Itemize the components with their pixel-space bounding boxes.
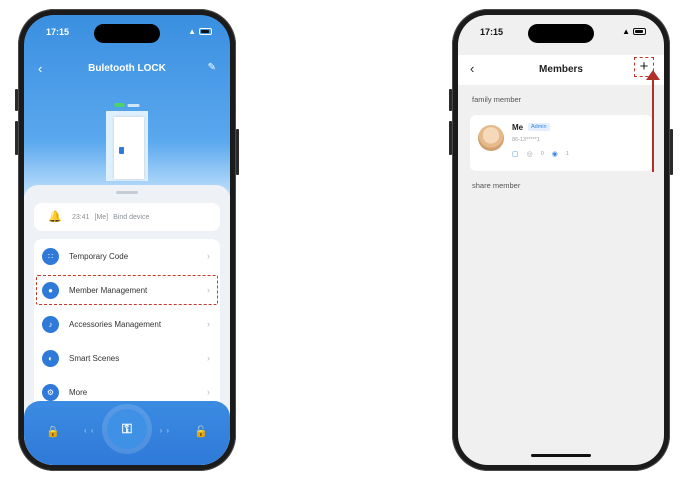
section-label-share: share member bbox=[472, 181, 521, 190]
avatar bbox=[478, 125, 504, 151]
unlock-key-button[interactable]: ⚿ bbox=[107, 409, 147, 449]
door-illustration bbox=[106, 111, 148, 181]
chevrons-left-icon: ‹ ‹ bbox=[84, 426, 95, 435]
edit-icon[interactable]: ✎ bbox=[208, 62, 216, 73]
fingerprint-icon: ◎ bbox=[526, 151, 533, 158]
battery-icon bbox=[633, 28, 646, 35]
annotation-arrow bbox=[652, 80, 654, 172]
member-card[interactable]: Me Admin 86-13*****1 ▢ ◎ 0 ◉ 1 bbox=[470, 115, 652, 171]
menu-item-smart-scenes[interactable]: ◐ Smart Scenes › bbox=[34, 341, 220, 375]
door-icon bbox=[114, 117, 144, 179]
accessory-icon: ♪ bbox=[42, 315, 59, 333]
menu-label: Temporary Code bbox=[69, 251, 129, 261]
menu-label: More bbox=[69, 387, 88, 397]
person-icon: ● bbox=[42, 281, 59, 299]
fingerprint-count: 0 bbox=[540, 151, 544, 157]
chevron-right-icon: › bbox=[207, 251, 210, 261]
member-stats: ▢ ◎ 0 ◉ 1 bbox=[512, 150, 569, 158]
wifi-icon: ▲ bbox=[622, 27, 630, 36]
status-time: 17:15 bbox=[46, 27, 70, 37]
chevron-right-icon: › bbox=[207, 319, 210, 329]
status-icons: ▲ bbox=[188, 27, 212, 36]
phone-members-screen: 17:15 ▲ ‹ Members + family member Me Adm… bbox=[449, 9, 673, 471]
wifi-icon: ▲ bbox=[188, 27, 196, 36]
lock-header: ‹ Buletooth LOCK ✎ bbox=[24, 59, 230, 77]
menu-item-accessories-management[interactable]: ♪ Accessories Management › bbox=[34, 307, 220, 341]
more-icon: ⚙ bbox=[42, 383, 59, 401]
record-action: Bind device bbox=[113, 213, 150, 221]
record-time: 23:41 bbox=[72, 213, 90, 221]
keypad-icon: ∷ bbox=[42, 247, 59, 265]
admin-badge: Admin bbox=[528, 123, 550, 131]
member-name: Me bbox=[512, 123, 524, 132]
lock-screen: 17:15 ▲ ‹ Buletooth LOCK ✎ 🔔 23:41 [Me] … bbox=[24, 15, 230, 465]
nav-bar: ‹ Members + bbox=[458, 55, 664, 85]
page-title: Buletooth LOCK bbox=[88, 63, 166, 74]
menu-item-temporary-code[interactable]: ∷ Temporary Code › bbox=[34, 239, 220, 273]
menu-label: Accessories Management bbox=[69, 319, 162, 329]
chevron-right-icon: › bbox=[207, 387, 210, 397]
unlock-icon[interactable]: 🔓 bbox=[194, 425, 208, 438]
phone-lock-screen: 17:15 ▲ ‹ Buletooth LOCK ✎ 🔔 23:41 [Me] … bbox=[15, 9, 239, 471]
menu-list: ∷ Temporary Code › ● Member Management ›… bbox=[34, 239, 220, 409]
password-count: 1 bbox=[565, 151, 569, 157]
members-screen: 17:15 ▲ ‹ Members + family member Me Adm… bbox=[458, 15, 664, 465]
chevron-right-icon: › bbox=[207, 285, 210, 295]
dynamic-island bbox=[528, 24, 594, 43]
door-handle-icon bbox=[119, 147, 124, 154]
toggle-icon: ◐ bbox=[42, 349, 59, 367]
unlock-control-bar: 🔒 ‹ ‹ ⚿ › › 🔓 bbox=[24, 401, 230, 465]
menu-label: Smart Scenes bbox=[69, 353, 120, 363]
card-icon: ▢ bbox=[512, 151, 519, 158]
status-icons: ▲ bbox=[622, 27, 646, 36]
dynamic-island bbox=[94, 24, 160, 43]
bell-icon: 🔔 bbox=[48, 211, 62, 223]
member-phone: 86-13*****1 bbox=[512, 137, 540, 143]
sheet-grabber[interactable] bbox=[116, 191, 138, 194]
battery-icon bbox=[199, 28, 212, 35]
home-indicator bbox=[531, 454, 591, 457]
annotation-arrow-head bbox=[646, 70, 660, 80]
lock-icon[interactable]: 🔒 bbox=[46, 425, 60, 438]
record-user: [Me] bbox=[94, 213, 109, 221]
status-time: 17:15 bbox=[480, 27, 504, 37]
password-icon: ◉ bbox=[551, 151, 558, 158]
section-label-family: family member bbox=[472, 95, 522, 104]
latest-record-card[interactable]: 🔔 23:41 [Me] Bind device bbox=[34, 203, 220, 231]
menu-item-member-management[interactable]: ● Member Management › bbox=[34, 273, 220, 307]
lock-battery-indicator bbox=[114, 103, 140, 107]
chevron-right-icon: › bbox=[207, 353, 210, 363]
chevrons-right-icon: › › bbox=[159, 426, 170, 435]
menu-label: Member Management bbox=[69, 285, 148, 295]
